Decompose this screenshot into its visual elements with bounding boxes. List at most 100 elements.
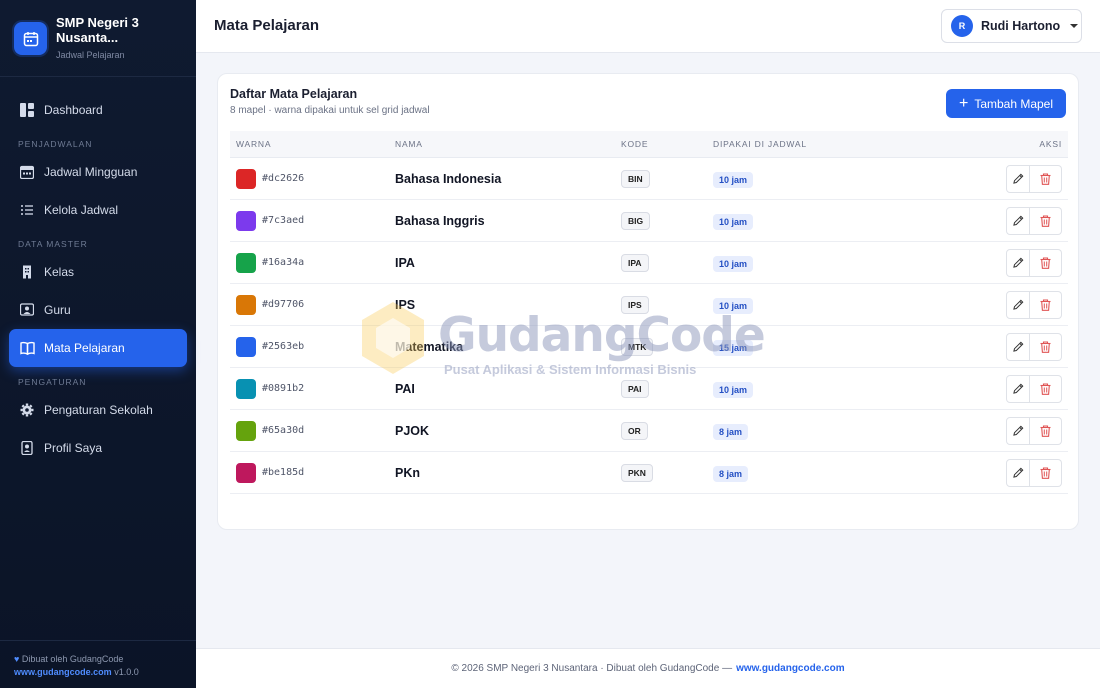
color-cell: #0891b2 (230, 378, 395, 399)
column-header-aksi: AKSI (1039, 139, 1062, 149)
color-cell: #2563eb (230, 336, 395, 357)
subject-code-badge: IPA (621, 254, 649, 272)
top-bar: Mata Pelajaran R Rudi Hartono (196, 0, 1100, 53)
color-swatch (236, 420, 256, 441)
edit-button[interactable] (1006, 248, 1030, 277)
person-board-icon (19, 302, 35, 318)
table-body: #dc2626 Bahasa Indonesia BIN 10 jam #7c3aed B… (230, 158, 1068, 494)
brand: SMP Negeri 3 Nusanta... Jadwal Pelajaran (0, 0, 196, 77)
sidebar-item-label: Dashboard (44, 103, 103, 117)
trash-icon (1040, 298, 1051, 311)
delete-button[interactable] (1030, 290, 1062, 319)
sidebar-item-guru[interactable]: Guru (9, 291, 187, 329)
trash-icon (1040, 340, 1051, 353)
subject-name: Bahasa Inggris (395, 213, 485, 228)
edit-button[interactable] (1006, 332, 1030, 361)
trash-icon (1040, 382, 1051, 395)
list-icon (19, 202, 35, 218)
subject-code-badge: PAI (621, 380, 649, 398)
edit-button[interactable] (1006, 206, 1030, 235)
pencil-icon (1012, 215, 1023, 226)
user-menu-button[interactable]: R Rudi Hartono (941, 9, 1082, 43)
trash-icon (1040, 424, 1051, 437)
hours-badge: 8 jam (713, 423, 749, 440)
brand-name: SMP Negeri 3 Nusanta... (56, 15, 139, 45)
table-row: #be185d PKn PKN 8 jam (230, 452, 1068, 494)
pencil-icon (1012, 341, 1023, 352)
hours-badge: 10 jam (713, 213, 754, 230)
delete-button[interactable] (1030, 458, 1062, 487)
avatar: R (951, 15, 973, 37)
pencil-icon (1012, 467, 1023, 478)
page-title: Mata Pelajaran (214, 17, 320, 34)
color-cell: #be185d (230, 462, 395, 483)
edit-button[interactable] (1006, 374, 1030, 403)
subject-code-badge: BIN (621, 170, 650, 188)
sidebar-item-kelas[interactable]: Kelas (9, 253, 187, 291)
color-swatch (236, 210, 256, 231)
table-row: #7c3aed Bahasa Inggris BIG 10 jam (230, 200, 1068, 242)
color-hex: #dc2626 (262, 173, 305, 184)
calendar-week-icon (19, 164, 35, 180)
sidebar-item-label: Kelola Jadwal (44, 203, 119, 217)
sidebar-item-label: Mata Pelajaran (44, 341, 125, 355)
calendar-logo-icon (14, 22, 47, 55)
caret-down-icon (1070, 24, 1079, 28)
delete-button[interactable] (1030, 332, 1062, 361)
delete-button[interactable] (1030, 248, 1062, 277)
subject-name: Bahasa Indonesia (395, 171, 502, 186)
column-header-warna: WARNA (236, 139, 272, 149)
id-badge-icon (19, 440, 35, 456)
add-subject-button[interactable]: + Tambah Mapel (946, 89, 1066, 118)
nav-section-pengaturan: PENGATURAN (18, 377, 87, 387)
delete-button[interactable] (1030, 416, 1062, 445)
subject-code-badge: PKN (621, 464, 653, 482)
edit-button[interactable] (1006, 164, 1030, 193)
table-row: #d97706 IPS IPS 10 jam (230, 284, 1068, 326)
subject-name: IPS (395, 297, 416, 312)
hours-badge: 10 jam (713, 381, 754, 398)
version-label: v1.0.0 (114, 667, 139, 677)
sidebar-item-label: Jadwal Mingguan (44, 165, 138, 179)
hours-badge: 15 jam (713, 339, 754, 356)
color-hex: #d97706 (262, 299, 305, 310)
table-row: #dc2626 Bahasa Indonesia BIN 10 jam (230, 158, 1068, 200)
edit-button[interactable] (1006, 458, 1030, 487)
color-hex: #2563eb (262, 341, 305, 352)
footer-copyright: © 2026 SMP Negeri 3 Nusantara · Dibuat o… (451, 663, 733, 674)
footer-link[interactable]: www.gudangcode.com (14, 667, 112, 677)
edit-button[interactable] (1006, 416, 1030, 445)
footer-website-link[interactable]: www.gudangcode.com (736, 663, 845, 674)
trash-icon (1040, 214, 1051, 227)
delete-button[interactable] (1030, 206, 1062, 235)
sidebar-item-dashboard[interactable]: Dashboard (9, 91, 187, 129)
color-cell: #dc2626 (230, 168, 395, 189)
add-subject-label: Tambah Mapel (974, 96, 1054, 111)
sidebar-item-pengaturan-sekolah[interactable]: Pengaturan Sekolah (9, 391, 187, 429)
sidebar-item-label: Guru (44, 303, 71, 317)
color-hex: #7c3aed (262, 215, 305, 226)
edit-button[interactable] (1006, 290, 1030, 319)
footer-credit: Dibuat oleh GudangCode (21, 654, 124, 664)
color-cell: #d97706 (230, 294, 395, 315)
subject-name: PJOK (395, 423, 430, 438)
trash-icon (1040, 172, 1051, 185)
subjects-card: Daftar Mata Pelajaran 8 mapel · warna di… (217, 73, 1079, 530)
sidebar-item-jadwal-mingguan[interactable]: Jadwal Mingguan (9, 153, 187, 191)
color-hex: #65a30d (262, 425, 305, 436)
delete-button[interactable] (1030, 164, 1062, 193)
color-swatch (236, 462, 256, 483)
delete-button[interactable] (1030, 374, 1062, 403)
color-swatch (236, 336, 256, 357)
color-hex: #be185d (262, 467, 305, 478)
subject-name: PKn (395, 465, 420, 480)
sidebar-item-mata-pelajaran[interactable]: Mata Pelajaran (9, 329, 187, 367)
gear-icon (19, 402, 35, 418)
sidebar-item-label: Pengaturan Sekolah (44, 403, 153, 417)
plus-icon: + (958, 94, 969, 112)
pencil-icon (1012, 383, 1023, 394)
sidebar-item-profil-saya[interactable]: Profil Saya (9, 429, 187, 467)
sidebar-item-label: Profil Saya (44, 441, 103, 455)
dashboard-icon (19, 102, 35, 118)
sidebar-item-kelola-jadwal[interactable]: Kelola Jadwal (9, 191, 187, 229)
